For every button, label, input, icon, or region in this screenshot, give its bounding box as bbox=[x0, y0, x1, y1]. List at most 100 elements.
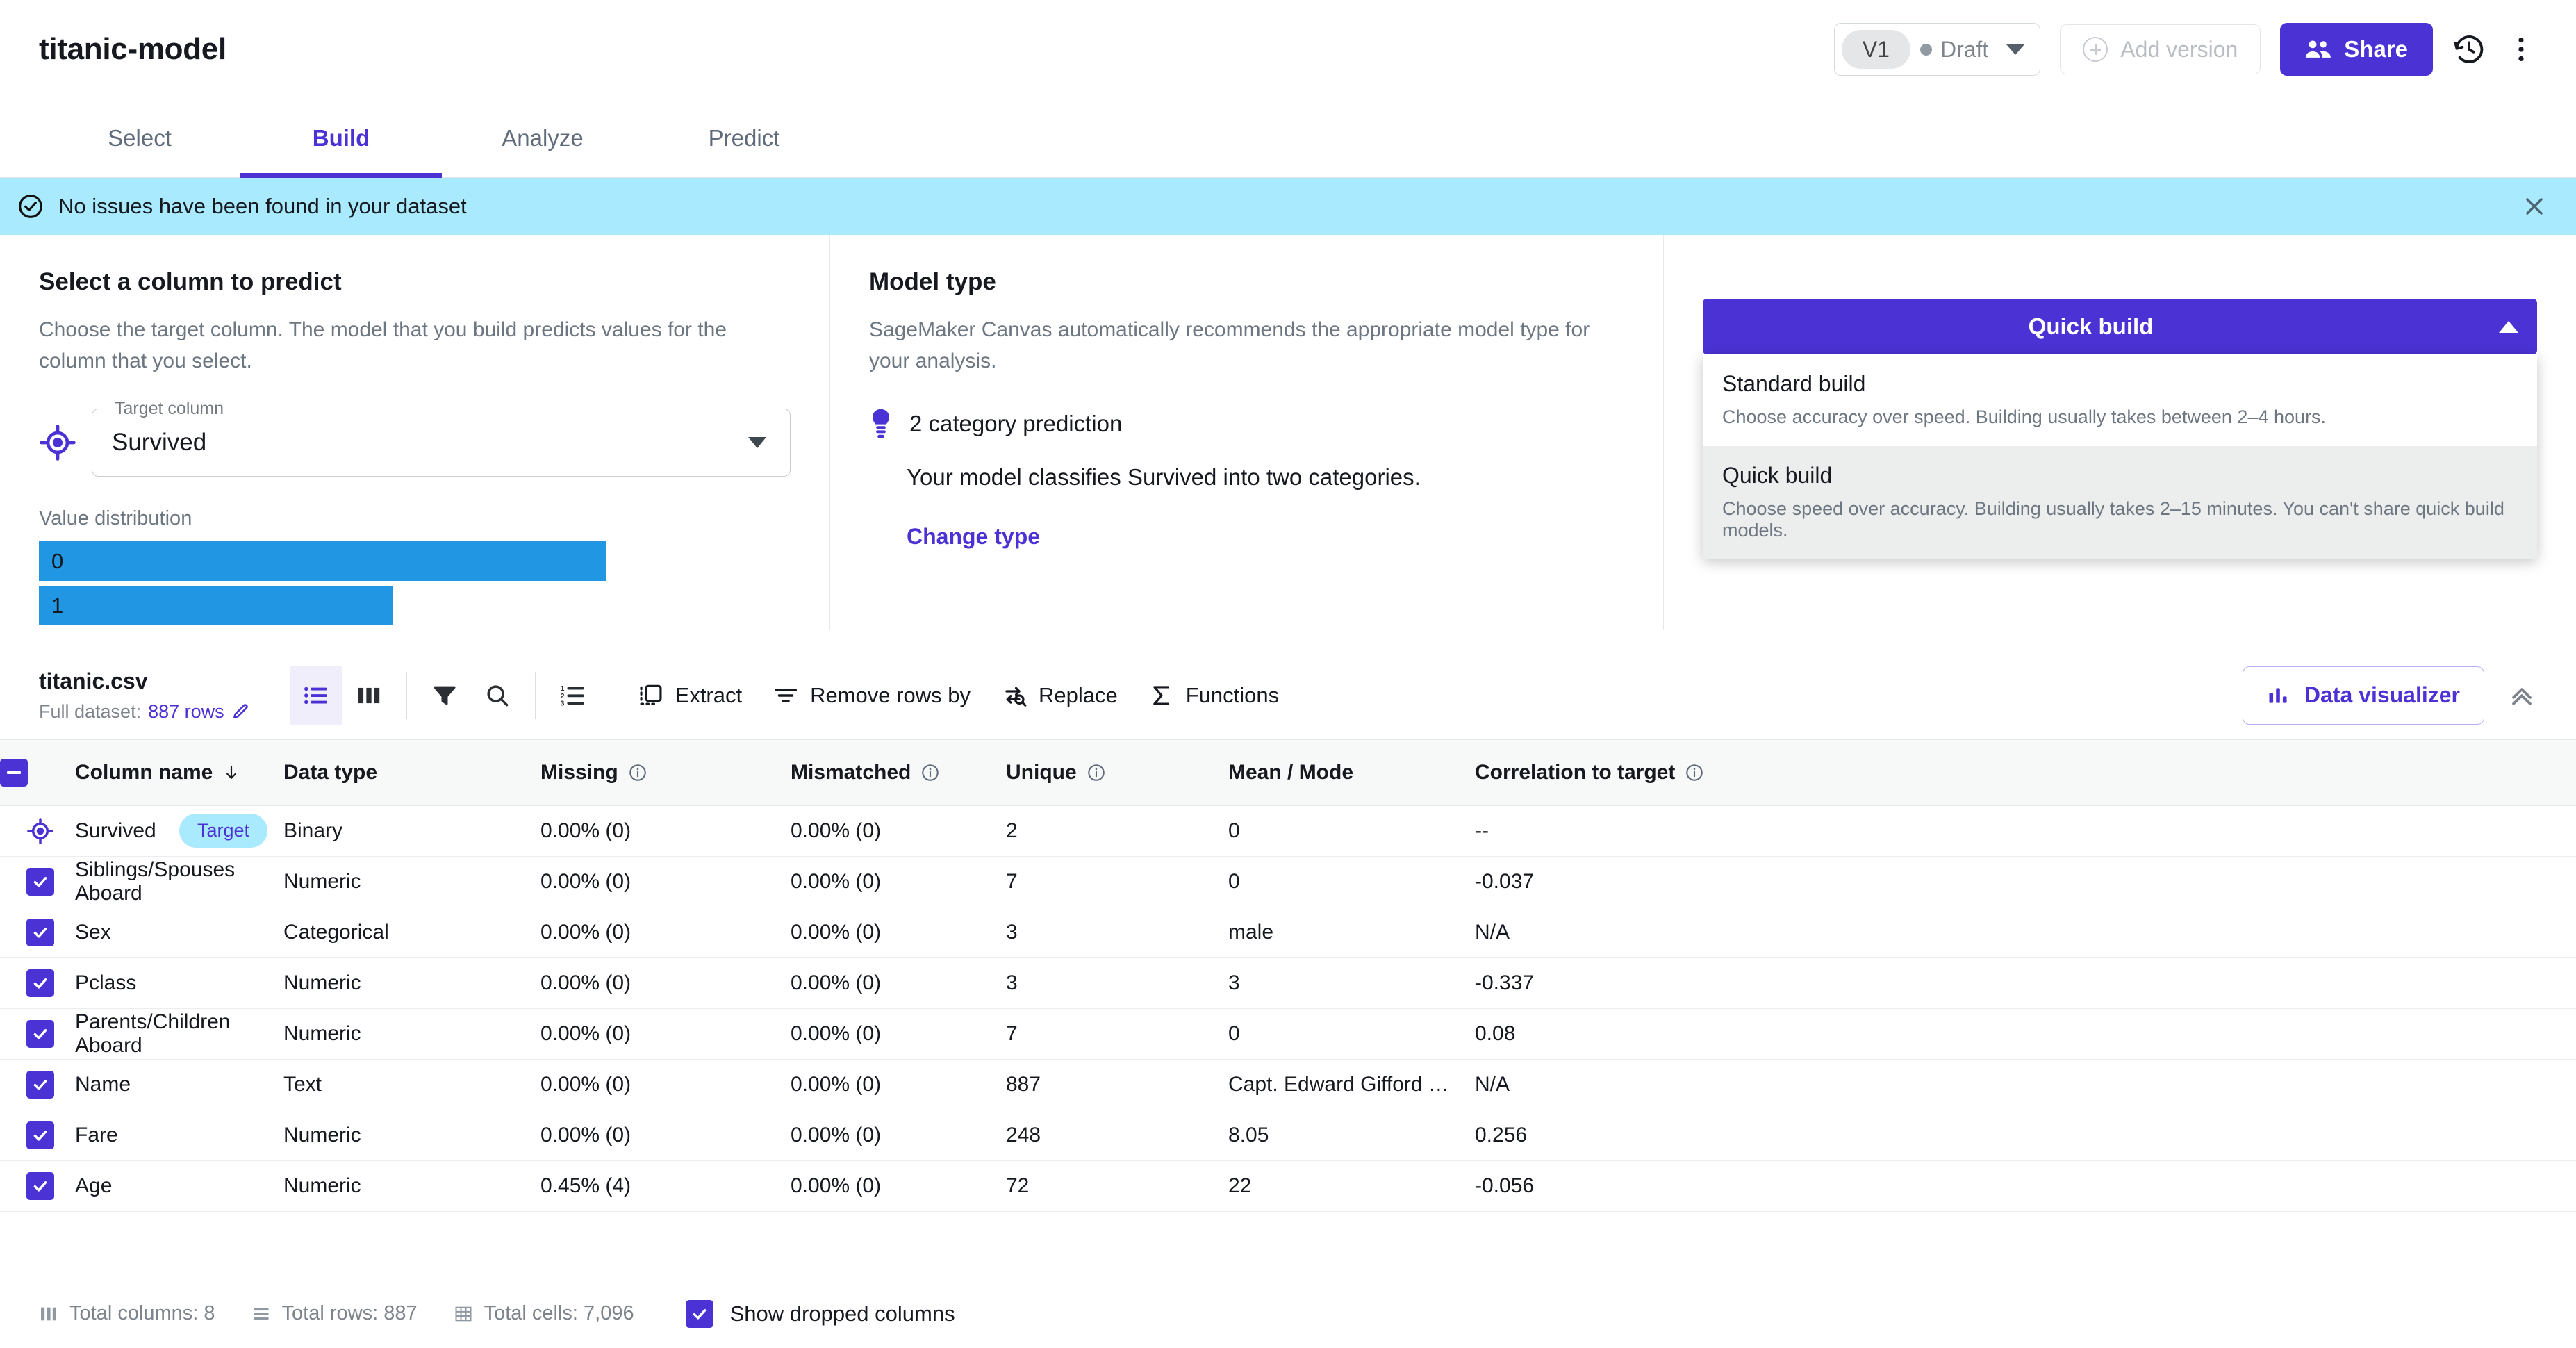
version-selector[interactable]: V1 Draft bbox=[1833, 23, 2041, 76]
grid-view-icon[interactable] bbox=[342, 666, 395, 725]
toolbar-divider bbox=[534, 671, 536, 719]
svg-text:3: 3 bbox=[560, 700, 564, 707]
show-dropped-checkbox[interactable] bbox=[685, 1299, 713, 1328]
list-view-icon[interactable] bbox=[289, 666, 342, 725]
cell-correlation: N/A bbox=[1475, 1059, 2576, 1110]
double-chevron-up-icon[interactable] bbox=[2507, 680, 2537, 711]
cell-mean-mode: 3 bbox=[1228, 957, 1475, 1009]
dataset-tools: 1 2 3 Extract Remove rows by Replace Fun… bbox=[289, 666, 1294, 725]
row-checkbox-cell bbox=[0, 1008, 75, 1060]
build-options-menu: Standard build Choose accuracy over spee… bbox=[1703, 354, 2537, 559]
model-type-prediction-description: Your model classifies Survived into two … bbox=[907, 464, 1421, 490]
build-dropdown-toggle[interactable] bbox=[2479, 299, 2537, 354]
header-mismatched[interactable]: Mismatched bbox=[791, 740, 1006, 806]
functions-button[interactable]: Functions bbox=[1133, 666, 1294, 725]
change-type-link[interactable]: Change type bbox=[907, 524, 1040, 550]
header-unique[interactable]: Unique bbox=[1006, 740, 1228, 806]
dataset-meta-prefix: Full dataset: bbox=[39, 700, 142, 722]
bar-chart-icon bbox=[2267, 684, 2289, 707]
value-distribution-chart: 0 1 bbox=[39, 541, 791, 625]
build-panels: Select a column to predict Choose the ta… bbox=[0, 235, 2576, 630]
quick-build-button[interactable]: Quick build bbox=[1703, 299, 2479, 354]
row-checkbox-cell bbox=[0, 907, 75, 958]
status-dot-icon bbox=[1919, 43, 1932, 56]
remove-rows-button[interactable]: Remove rows by bbox=[757, 666, 986, 725]
cell-data-type: Binary bbox=[283, 805, 540, 857]
table-row[interactable]: Age Numeric 0.45% (4) 0.00% (0) 72 22 -0… bbox=[0, 1160, 2576, 1212]
toolbar-divider bbox=[406, 671, 407, 719]
dataset-meta: Full dataset: 887 rows bbox=[39, 701, 249, 723]
tab-build[interactable]: Build bbox=[240, 99, 442, 178]
total-columns-label: Total columns: 8 bbox=[69, 1302, 215, 1324]
ordered-list-icon[interactable]: 1 2 3 bbox=[547, 666, 600, 725]
info-icon[interactable] bbox=[1087, 763, 1106, 782]
crosshair-target-icon bbox=[26, 817, 75, 845]
data-visualizer-button[interactable]: Data visualizer bbox=[2242, 666, 2484, 725]
table-row[interactable]: Parents/Children Aboard Numeric 0.00% (0… bbox=[0, 1008, 2576, 1060]
header-missing-label: Missing bbox=[540, 760, 618, 784]
dataset-toolbar-right: Data visualizer bbox=[2242, 666, 2537, 725]
people-icon bbox=[2305, 39, 2331, 60]
table-row[interactable]: Siblings/Spouses Aboard Numeric 0.00% (0… bbox=[0, 856, 2576, 907]
search-icon[interactable] bbox=[471, 666, 524, 725]
row-checkbox[interactable] bbox=[26, 1019, 54, 1048]
pencil-icon[interactable] bbox=[231, 702, 249, 721]
table-row[interactable]: Name Text 0.00% (0) 0.00% (0) 887 Capt. … bbox=[0, 1059, 2576, 1110]
row-checkbox[interactable] bbox=[26, 1172, 54, 1200]
header-mean-mode[interactable]: Mean / Mode bbox=[1228, 740, 1475, 806]
build-option-description: Choose speed over accuracy. Building usu… bbox=[1722, 498, 2504, 541]
tab-analyze[interactable]: Analyze bbox=[442, 99, 643, 177]
info-icon[interactable] bbox=[920, 763, 940, 782]
table-row[interactable]: Fare Numeric 0.00% (0) 0.00% (0) 248 8.0… bbox=[0, 1110, 2576, 1161]
filter-icon[interactable] bbox=[418, 666, 471, 725]
select-all-checkbox[interactable] bbox=[0, 758, 28, 787]
row-checkbox[interactable] bbox=[26, 1070, 54, 1099]
build-action-panel: Quick build Standard build Choose accura… bbox=[1664, 235, 2576, 630]
status-label: Draft bbox=[1940, 36, 1989, 62]
cell-mean-mode: male bbox=[1228, 907, 1475, 958]
header-data-type[interactable]: Data type bbox=[283, 740, 540, 806]
header-column-name[interactable]: Column name bbox=[75, 740, 283, 806]
table-header-row: Column name Data type Missing Mismatched… bbox=[0, 740, 2576, 806]
table-row[interactable]: Survived Target Binary 0.00% (0) 0.00% (… bbox=[0, 805, 2576, 857]
extract-button[interactable]: Extract bbox=[622, 666, 757, 725]
history-clock-icon[interactable] bbox=[2452, 33, 2486, 66]
row-checkbox[interactable] bbox=[26, 969, 54, 997]
row-checkbox[interactable] bbox=[26, 918, 54, 946]
status-banner: No issues have been found in your datase… bbox=[0, 178, 2576, 235]
model-type-description: SageMaker Canvas automatically recommend… bbox=[869, 318, 1590, 372]
show-dropped-columns-toggle[interactable]: Show dropped columns bbox=[685, 1299, 955, 1328]
cell-mismatched: 0.00% (0) bbox=[791, 1110, 1006, 1161]
cells-grid-icon bbox=[454, 1304, 473, 1324]
close-icon[interactable] bbox=[2520, 192, 2548, 220]
header-correlation[interactable]: Correlation to target bbox=[1475, 740, 2576, 806]
build-option-quick[interactable]: Quick build Choose speed over accuracy. … bbox=[1703, 446, 2537, 559]
row-checkbox[interactable] bbox=[26, 1121, 54, 1149]
add-version-button[interactable]: Add version bbox=[2060, 24, 2261, 74]
target-column-select[interactable]: Target column Survived bbox=[92, 399, 791, 477]
share-button[interactable]: Share bbox=[2280, 23, 2433, 76]
info-icon[interactable] bbox=[1685, 763, 1704, 782]
functions-label: Functions bbox=[1185, 682, 1280, 707]
header-data-type-label: Data type bbox=[283, 760, 378, 784]
cell-column-name: Parents/Children Aboard bbox=[75, 1008, 283, 1060]
dataset-row-count[interactable]: 887 rows bbox=[148, 701, 224, 723]
table-row[interactable]: Pclass Numeric 0.00% (0) 0.00% (0) 3 3 -… bbox=[0, 957, 2576, 1009]
target-column-row: Target column Survived bbox=[39, 399, 791, 477]
model-type-panel: Model type SageMaker Canvas automaticall… bbox=[830, 235, 1664, 630]
tab-predict[interactable]: Predict bbox=[643, 99, 845, 177]
row-checkbox-cell bbox=[0, 856, 75, 907]
row-checkbox[interactable] bbox=[26, 867, 54, 896]
crosshair-target-icon bbox=[39, 424, 76, 461]
more-vertical-icon[interactable] bbox=[2505, 33, 2537, 65]
tab-select[interactable]: Select bbox=[39, 99, 240, 177]
build-option-standard[interactable]: Standard build Choose accuracy over spee… bbox=[1703, 354, 2537, 446]
cell-correlation: N/A bbox=[1475, 907, 2576, 958]
info-icon[interactable] bbox=[628, 763, 647, 782]
header-missing[interactable]: Missing bbox=[540, 740, 791, 806]
table-row[interactable]: Sex Categorical 0.00% (0) 0.00% (0) 3 ma… bbox=[0, 907, 2576, 958]
title-bar: titanic-model V1 Draft Add version Share bbox=[0, 0, 2576, 99]
cell-correlation: -0.056 bbox=[1475, 1160, 2576, 1212]
chevron-down-icon bbox=[748, 437, 766, 448]
replace-button[interactable]: Replace bbox=[986, 666, 1133, 725]
